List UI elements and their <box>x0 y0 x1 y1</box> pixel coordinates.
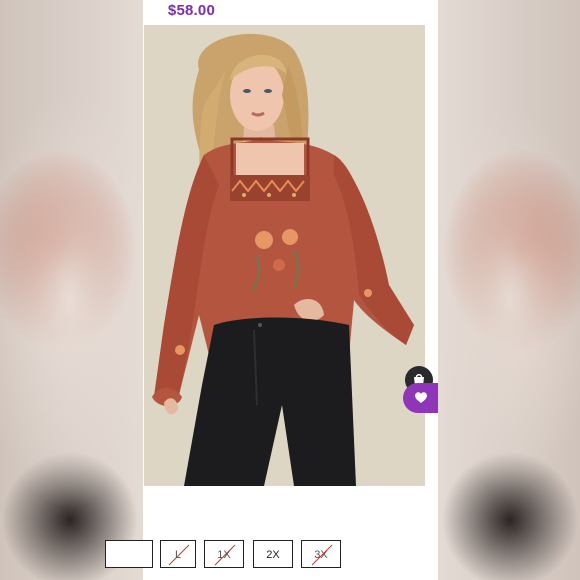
price-label: $58.00 <box>167 2 215 19</box>
size-chip-1x[interactable]: 1X <box>204 540 244 568</box>
unavailable-slash-icon <box>214 544 236 566</box>
app-stage: $58.00 L 1X 2X 3X <box>0 0 580 580</box>
size-chip-cut-off[interactable] <box>105 540 153 568</box>
size-chip-l[interactable]: L <box>160 540 196 568</box>
product-photo-illustration <box>144 25 425 486</box>
size-chip-3x[interactable]: 3X <box>301 540 341 568</box>
product-photo[interactable] <box>144 25 425 486</box>
size-selector: L 1X 2X 3X <box>105 540 438 570</box>
size-chip-2x[interactable]: 2X <box>253 540 293 568</box>
heart-icon <box>415 392 427 403</box>
unavailable-slash-icon <box>311 544 333 566</box>
like-button[interactable] <box>403 383 438 413</box>
unavailable-slash-icon <box>168 544 190 566</box>
